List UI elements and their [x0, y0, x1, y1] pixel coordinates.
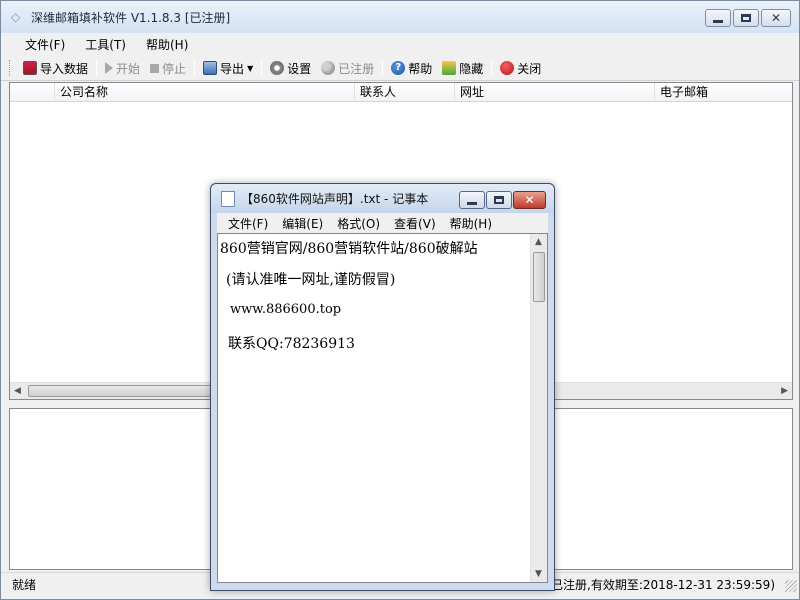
notepad-menubar: 文件(F) 编辑(E) 格式(O) 查看(V) 帮助(H): [217, 213, 548, 233]
table-header: 公司名称 联系人 网址 电子邮箱: [10, 83, 792, 102]
status-text: 就绪: [12, 578, 37, 592]
notepad-minimize-button[interactable]: [459, 191, 485, 209]
registration-status: (已注册,有效期至:2018-12-31 23:59:59): [546, 578, 775, 592]
column-header-company[interactable]: 公司名称: [55, 83, 355, 102]
play-icon: [105, 62, 114, 74]
menu-file[interactable]: 文件(F): [15, 36, 75, 53]
column-header-index[interactable]: [10, 83, 55, 102]
help-label: 帮助: [408, 61, 433, 76]
np-menu-edit[interactable]: 编辑(E): [275, 215, 330, 232]
main-titlebar[interactable]: ◇ 深维邮箱填补软件 V1.1.8.3 [已注册] ✕: [1, 1, 799, 33]
text-line: www.886600.top: [230, 302, 342, 317]
main-menubar: 文件(F) 工具(T) 帮助(H): [1, 33, 799, 55]
stop-icon: [150, 63, 160, 73]
export-label: 导出: [220, 61, 245, 76]
main-toolbar: 导入数据 开始 停止 导出 ▼ 设置 已注册 ? 帮助 隐藏 关闭: [1, 56, 799, 81]
menu-help[interactable]: 帮助(H): [136, 36, 198, 53]
scrollbar-thumb[interactable]: [533, 252, 545, 302]
import-data-button[interactable]: 导入数据: [18, 57, 93, 79]
main-window-title: 深维邮箱填补软件 V1.1.8.3 [已注册]: [31, 10, 231, 25]
close-window-button[interactable]: ✕: [761, 9, 791, 27]
maximize-icon: [494, 196, 504, 204]
app-icon: ◇: [11, 10, 21, 24]
scroll-down-icon[interactable]: ▼: [535, 569, 542, 579]
maximize-button[interactable]: [733, 9, 759, 27]
chevron-down-icon: ▼: [247, 63, 254, 73]
key-icon: [321, 61, 336, 75]
notepad-icon: [221, 190, 235, 207]
menu-tools[interactable]: 工具(T): [75, 36, 136, 53]
notepad-titlebar[interactable]: 【860软件网站声明】.txt - 记事本 ✕: [211, 184, 554, 213]
toolbar-separator: [491, 60, 493, 76]
power-icon: [500, 61, 515, 75]
close-icon: ✕: [524, 193, 535, 207]
np-menu-view[interactable]: 查看(V): [387, 215, 443, 232]
vertical-scrollbar[interactable]: ▲ ▼: [530, 234, 547, 582]
help-icon: ?: [391, 61, 406, 75]
notepad-window: 【860软件网站声明】.txt - 记事本 ✕ 文件(F) 编辑(E) 格式(O…: [210, 183, 555, 591]
download-icon: [442, 61, 457, 75]
stop-button[interactable]: 停止: [145, 57, 191, 79]
toolbar-separator: [382, 60, 384, 76]
start-button[interactable]: 开始: [100, 57, 145, 79]
import-icon: [23, 61, 37, 75]
text-line: 联系QQ:78236913: [228, 336, 355, 352]
text-line: (请认准唯一网址,谨防假冒): [226, 272, 396, 288]
export-icon: [203, 61, 218, 75]
notepad-title: 【860软件网站声明】.txt - 记事本: [241, 192, 429, 206]
maximize-icon: [741, 14, 751, 22]
stop-label: 停止: [162, 61, 187, 76]
notepad-maximize-button[interactable]: [486, 191, 512, 209]
resize-grip[interactable]: [785, 580, 797, 592]
close-icon: ✕: [770, 11, 782, 25]
close-app-button[interactable]: 关闭: [495, 57, 546, 79]
import-label: 导入数据: [40, 61, 89, 76]
start-label: 开始: [116, 61, 141, 76]
minimize-button[interactable]: [705, 9, 731, 27]
registered-label: 已注册: [338, 61, 375, 76]
scroll-left-icon[interactable]: ◀: [14, 386, 21, 396]
gear-icon: [270, 61, 285, 75]
column-header-contact[interactable]: 联系人: [355, 83, 455, 102]
minimize-icon: [467, 201, 477, 205]
help-button[interactable]: ? 帮助: [386, 57, 437, 79]
column-header-website[interactable]: 网址: [455, 83, 655, 102]
scroll-up-icon[interactable]: ▲: [535, 237, 542, 247]
column-header-email[interactable]: 电子邮箱: [655, 83, 792, 102]
minimize-icon: [713, 19, 723, 23]
hide-label: 隐藏: [459, 61, 484, 76]
text-line: 860营销官网/860营销软件站/860破解站: [220, 241, 478, 257]
scroll-right-icon[interactable]: ▶: [781, 386, 788, 396]
close-label: 关闭: [517, 61, 542, 76]
np-menu-format[interactable]: 格式(O): [330, 215, 387, 232]
toolbar-separator: [194, 60, 196, 76]
settings-button[interactable]: 设置: [265, 57, 316, 79]
np-menu-file[interactable]: 文件(F): [221, 215, 275, 232]
registered-button[interactable]: 已注册: [316, 57, 379, 79]
notepad-close-button[interactable]: ✕: [513, 191, 546, 209]
np-menu-help[interactable]: 帮助(H): [443, 215, 499, 232]
toolbar-separator: [261, 60, 263, 76]
export-button[interactable]: 导出 ▼: [198, 57, 258, 79]
settings-label: 设置: [287, 61, 312, 76]
toolbar-grip[interactable]: [9, 60, 12, 76]
hide-button[interactable]: 隐藏: [437, 57, 488, 79]
notepad-text-area[interactable]: 860营销官网/860营销软件站/860破解站 (请认准唯一网址,谨防假冒) w…: [217, 233, 548, 583]
toolbar-separator: [96, 60, 98, 76]
